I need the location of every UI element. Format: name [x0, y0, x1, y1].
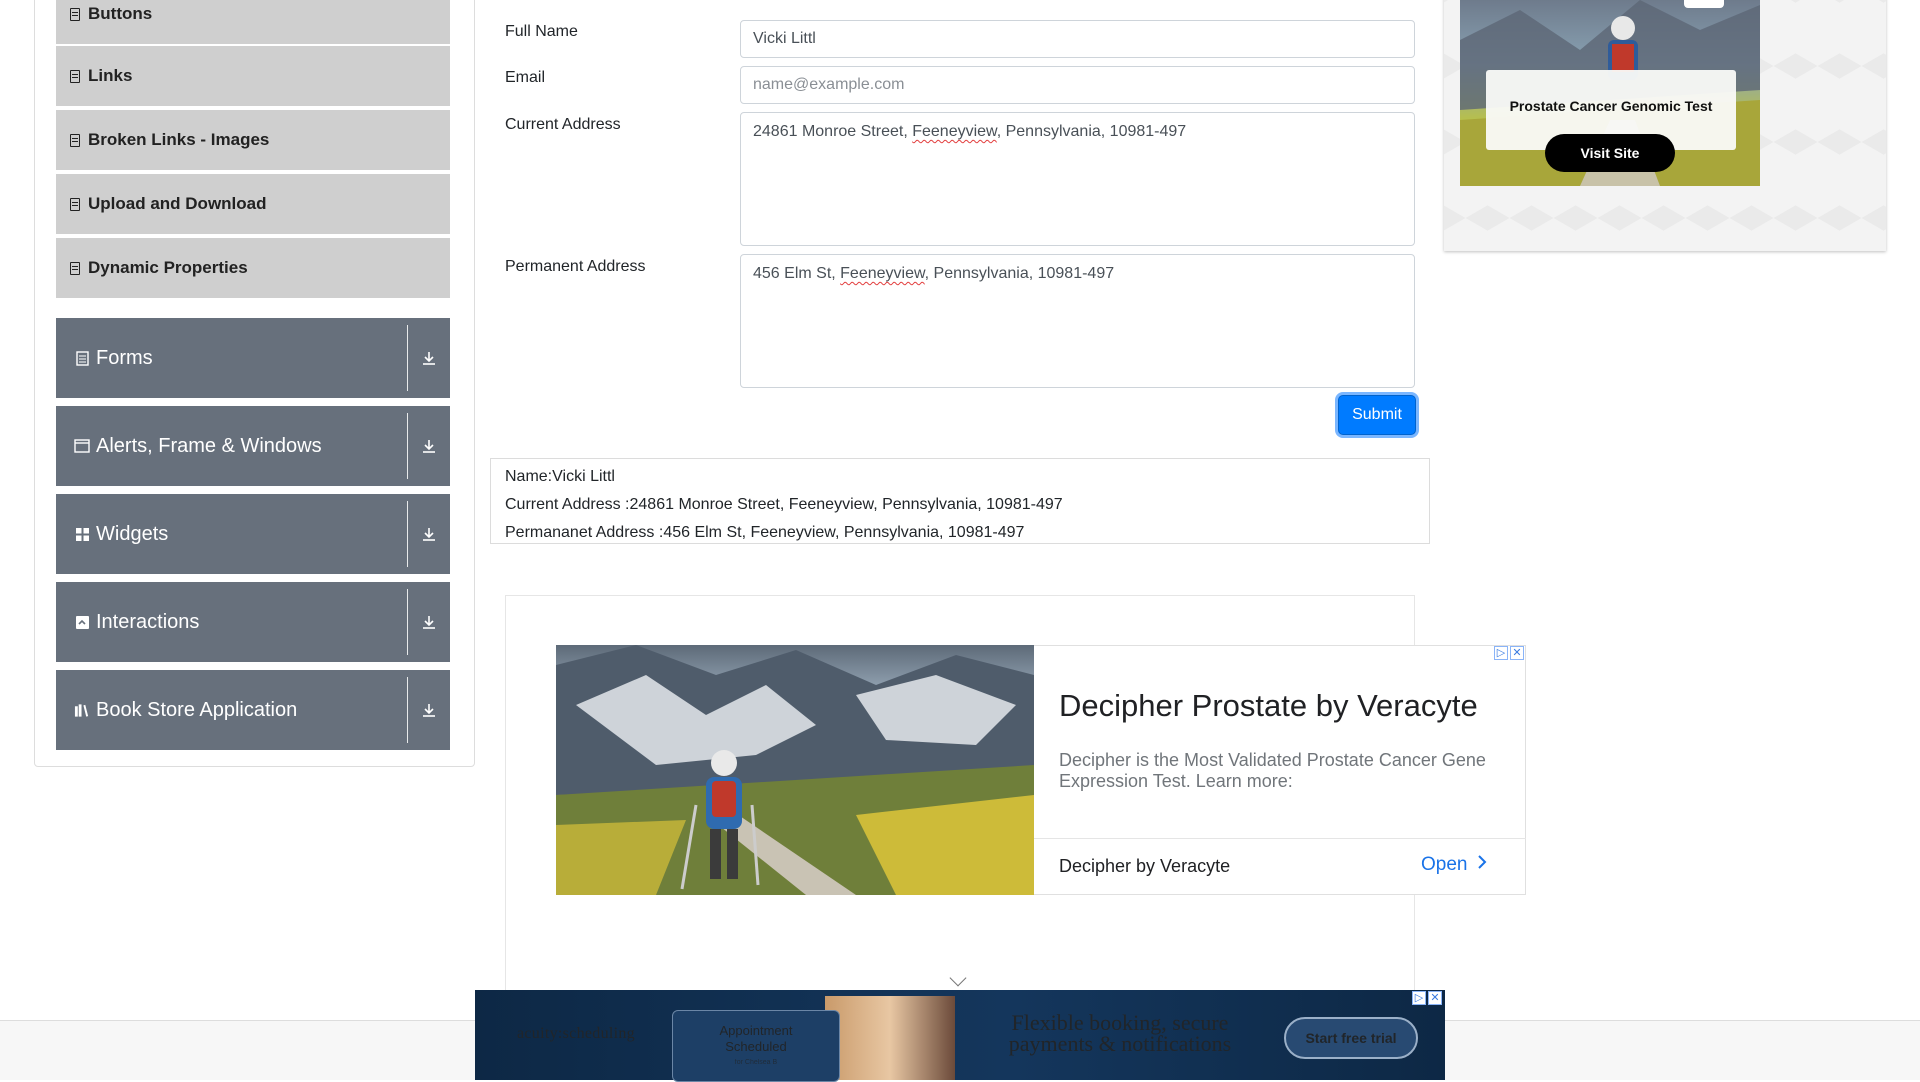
- sidebar-group-widgets[interactable]: Widgets: [56, 494, 450, 574]
- start-free-trial-button[interactable]: Start free trial: [1284, 1017, 1418, 1059]
- adchoices-icon[interactable]: ▷: [1412, 991, 1426, 1005]
- ad-open-button[interactable]: Open: [1421, 854, 1487, 876]
- close-icon[interactable]: ✕: [1428, 991, 1442, 1005]
- list-icon: [70, 7, 80, 21]
- sidebar-group-label: Widgets: [96, 522, 169, 545]
- widgets-icon: [74, 526, 90, 542]
- sidebar-group-forms[interactable]: Forms: [56, 318, 450, 398]
- sidebar-item-links[interactable]: Links: [56, 46, 450, 108]
- list-icon: [70, 197, 80, 211]
- ad-hiker-image[interactable]: [556, 645, 1034, 895]
- list-icon: [70, 69, 80, 83]
- download-icon[interactable]: [408, 438, 450, 454]
- download-icon[interactable]: [408, 614, 450, 630]
- output-permanent-address: Permananet Address :456 Elm St, Feeneyvi…: [505, 524, 1025, 541]
- ad-open-label: Open: [1421, 854, 1468, 875]
- sidebar-item-buttons[interactable]: Buttons: [56, 0, 450, 46]
- form-icon: [74, 350, 90, 366]
- full-name-input[interactable]: Vicki Littl: [740, 20, 1415, 58]
- ad-tab: [1684, 0, 1724, 8]
- current-address-label: Current Address: [505, 116, 621, 133]
- full-name-value: Vicki Littl: [753, 30, 816, 47]
- ad-brand: Decipher by Veracyte: [1059, 856, 1231, 876]
- bottom-ad-headline: Flexible booking, secure payments & noti…: [1008, 1010, 1232, 1056]
- list-icon: [70, 261, 80, 275]
- sidebar-item-label: Broken Links - Images: [88, 130, 270, 149]
- sidebar-group-label: Interactions: [96, 610, 200, 633]
- permanent-address-textarea[interactable]: 456 Elm St, Feeneyview, Pennsylvania, 10…: [740, 254, 1415, 388]
- sidebar-item-label: Links: [88, 66, 133, 85]
- sidebar-item-upload-download[interactable]: Upload and Download: [56, 174, 450, 236]
- output-current-address: Current Address :24861 Monroe Street, Fe…: [505, 496, 1063, 513]
- download-icon[interactable]: [408, 350, 450, 366]
- sidebar-item-label: Upload and Download: [88, 194, 267, 213]
- appointment-line1: Appointment: [719, 1023, 793, 1038]
- appointment-line2: Scheduled: [725, 1039, 787, 1054]
- sidebar-group-label: Book Store Application: [96, 698, 298, 721]
- divider: [407, 501, 408, 567]
- full-name-label: Full Name: [505, 23, 578, 40]
- sidebar-item-label: Buttons: [88, 4, 153, 23]
- appointment-line3: for Chelsea B: [734, 1059, 778, 1066]
- sidebar-group-bookstore[interactable]: Book Store Application: [56, 670, 450, 750]
- output-name: Name:Vicki Littl: [505, 468, 615, 485]
- divider: [407, 325, 408, 391]
- visit-site-button[interactable]: Visit Site: [1545, 134, 1675, 172]
- sidebar-group-interactions[interactable]: Interactions: [56, 582, 450, 662]
- close-icon[interactable]: ✕: [1510, 646, 1524, 660]
- interactions-icon: [74, 614, 90, 630]
- email-placeholder: name@example.com: [753, 76, 905, 93]
- ad-description: Decipher is the Most Validated Prostate …: [1059, 750, 1486, 791]
- window-icon: [74, 438, 90, 454]
- books-icon: [74, 702, 90, 718]
- divider: [407, 413, 408, 479]
- chevron-right-icon: [1477, 854, 1487, 876]
- permanent-address-label: Permanent Address: [505, 258, 646, 275]
- list-icon: [70, 133, 80, 147]
- right-ad-title: Prostate Cancer Genomic Test: [1509, 98, 1713, 114]
- current-address-textarea[interactable]: 24861 Monroe Street, Feeneyview, Pennsyl…: [740, 112, 1415, 246]
- sidebar-item-dynamic-properties[interactable]: Dynamic Properties: [56, 238, 450, 300]
- download-icon[interactable]: [408, 702, 450, 718]
- email-label: Email: [505, 69, 546, 86]
- current-address-value: 24861 Monroe Street, Feeneyview, Pennsyl…: [753, 123, 1187, 140]
- divider: [1034, 838, 1526, 839]
- email-input[interactable]: name@example.com: [740, 66, 1415, 104]
- sidebar-item-broken-links[interactable]: Broken Links - Images: [56, 110, 450, 172]
- divider: [407, 589, 408, 655]
- submit-button[interactable]: Submit: [1338, 395, 1416, 435]
- divider: [407, 677, 408, 743]
- output-box: Name:Vicki Littl Current Address :24861 …: [490, 458, 1430, 544]
- adchoices-icon[interactable]: ▷: [1494, 646, 1508, 660]
- acuity-logo: acuity:scheduling: [517, 1025, 635, 1042]
- appointment-card: Appointment Scheduled for Chelsea B: [672, 1010, 840, 1082]
- ad-headline[interactable]: Decipher Prostate by Veracyte: [1059, 688, 1478, 724]
- sidebar-group-alerts[interactable]: Alerts, Frame & Windows: [56, 406, 450, 486]
- sidebar-group-label: Forms: [96, 346, 153, 369]
- permanent-address-value: 456 Elm St, Feeneyview, Pennsylvania, 10…: [753, 265, 1115, 282]
- sidebar-item-label: Dynamic Properties: [88, 258, 248, 277]
- ad-photo: [825, 996, 955, 1080]
- download-icon[interactable]: [408, 526, 450, 542]
- sidebar-group-label: Alerts, Frame & Windows: [96, 434, 322, 457]
